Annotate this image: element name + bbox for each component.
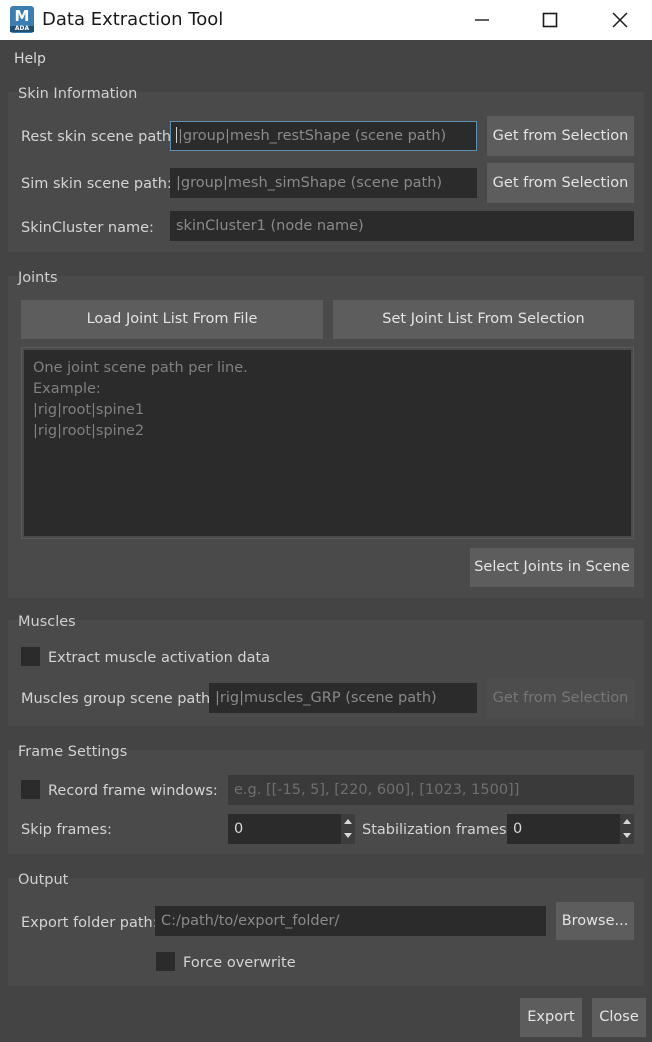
stabilization-frames-label: Stabilization frames: <box>362 822 512 838</box>
stabilization-frames-stepper[interactable] <box>620 814 634 844</box>
chevron-up-icon[interactable] <box>623 819 631 824</box>
rest-skin-path-input[interactable]: |group|mesh_restShape (scene path) <box>170 121 477 151</box>
output-title: Output <box>18 872 69 888</box>
muscles-title: Muscles <box>18 614 76 630</box>
export-button[interactable]: Export <box>520 998 582 1037</box>
skincluster-label: SkinCluster name: <box>21 220 154 236</box>
minimize-icon <box>475 19 489 21</box>
joint-list-textarea[interactable]: One joint scene path per line. Example: … <box>24 350 631 536</box>
app-icon: M ADA <box>10 6 34 33</box>
sim-get-from-selection-button[interactable]: Get from Selection <box>487 163 634 203</box>
frame-windows-input[interactable]: e.g. [[-15, 5], [220, 600], [1023, 1500]… <box>228 775 634 805</box>
export-folder-path-input[interactable]: C:/path/to/export_folder/ <box>155 906 546 936</box>
close-button[interactable]: Close <box>592 998 646 1037</box>
joint-list-placeholder-line: |rig|root|spine2 <box>33 423 145 439</box>
muscles-group-label: Muscles group scene path: <box>21 691 216 707</box>
set-joint-list-button[interactable]: Set Joint List From Selection <box>333 300 634 339</box>
skin-information-title: Skin Information <box>18 86 138 102</box>
muscles-get-from-selection-button[interactable]: Get from Selection <box>487 678 634 718</box>
joint-list-placeholder-line: |rig|root|spine1 <box>33 402 145 418</box>
chevron-down-icon[interactable] <box>623 833 631 838</box>
sim-skin-label: Sim skin scene path: <box>21 176 172 192</box>
export-folder-label: Export folder path: <box>21 915 158 931</box>
extract-muscle-label: Extract muscle activation data <box>48 650 271 666</box>
close-window-button[interactable] <box>598 0 642 40</box>
text-caret <box>176 127 177 143</box>
maximize-icon <box>542 12 558 28</box>
joint-list-placeholder-line: Example: <box>33 381 101 397</box>
load-joint-list-button[interactable]: Load Joint List From File <box>21 300 323 339</box>
rest-get-from-selection-button[interactable]: Get from Selection <box>487 116 634 156</box>
close-icon <box>612 12 628 28</box>
extract-muscle-checkbox[interactable] <box>21 647 40 666</box>
skip-frames-stepper[interactable] <box>341 814 355 844</box>
force-overwrite-label: Force overwrite <box>183 955 296 971</box>
force-overwrite-checkbox[interactable] <box>156 952 175 971</box>
stabilization-frames-spinbox[interactable]: 0 <box>507 814 634 844</box>
select-joints-in-scene-button[interactable]: Select Joints in Scene <box>470 548 634 587</box>
stabilization-frames-value: 0 <box>513 821 523 837</box>
record-frame-windows-label: Record frame windows: <box>48 783 218 799</box>
joints-title: Joints <box>18 270 58 286</box>
sim-skin-path-input[interactable]: |group|mesh_simShape (scene path) <box>170 168 477 198</box>
window-title: Data Extraction Tool <box>42 9 224 30</box>
joint-list-placeholder-line: One joint scene path per line. <box>33 360 248 376</box>
minimize-button[interactable] <box>460 0 504 40</box>
maximize-button[interactable] <box>528 0 572 40</box>
menu-help[interactable]: Help <box>14 49 46 69</box>
record-frame-windows-checkbox[interactable] <box>21 780 40 799</box>
skincluster-name-input[interactable]: skinCluster1 (node name) <box>170 211 634 241</box>
rest-skin-label: Rest skin scene path: <box>21 129 176 145</box>
skip-frames-label: Skip frames: <box>21 822 112 838</box>
skip-frames-spinbox[interactable]: 0 <box>228 814 355 844</box>
browse-button[interactable]: Browse... <box>556 902 634 940</box>
joint-list-frame: One joint scene path per line. Example: … <box>21 347 634 539</box>
title-bar[interactable]: M ADA Data Extraction Tool <box>0 0 652 40</box>
frame-settings-title: Frame Settings <box>18 744 128 760</box>
muscles-group-path-input[interactable]: |rig|muscles_GRP (scene path) <box>209 683 477 713</box>
skip-frames-value: 0 <box>234 821 244 837</box>
chevron-down-icon[interactable] <box>344 833 352 838</box>
chevron-up-icon[interactable] <box>344 819 352 824</box>
